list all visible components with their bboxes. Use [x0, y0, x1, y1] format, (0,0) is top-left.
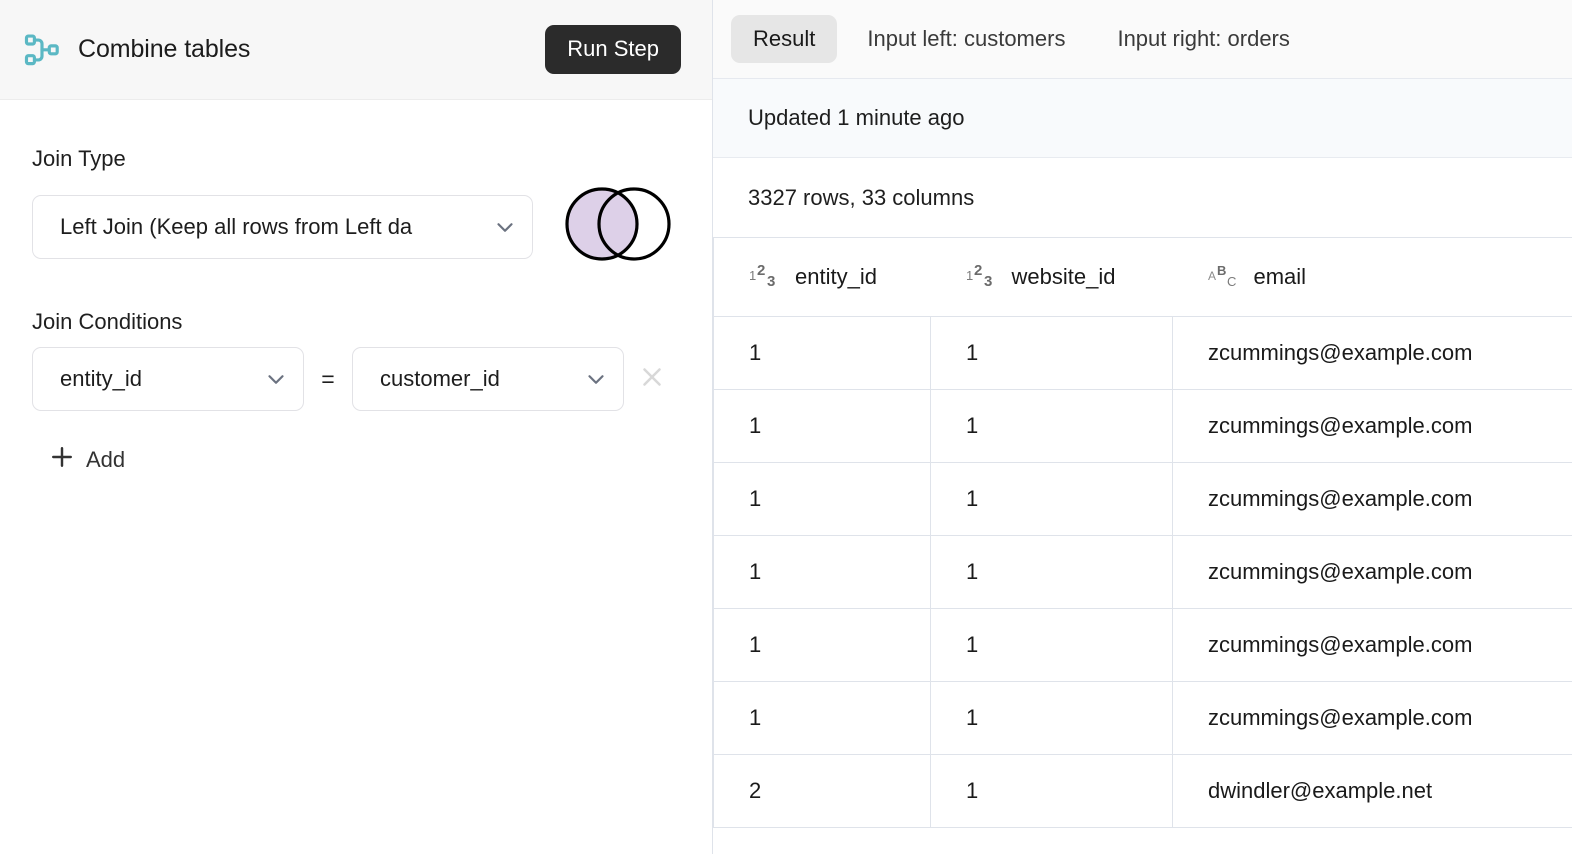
table-row[interactable]: 1 1 zcummings@example.com [713, 535, 1572, 609]
cell-email: zcummings@example.com [1172, 389, 1572, 463]
table-header-row: 1 2 3 entity_id 1 2 3 website_id A B C e… [713, 238, 1572, 317]
cell-entity-id: 1 [713, 608, 931, 682]
join-conditions-label: Join Conditions [32, 309, 183, 334]
cell-website-id: 1 [930, 754, 1173, 828]
updated-status: Updated 1 minute ago [713, 79, 1572, 158]
add-condition-label: Add [86, 447, 126, 472]
svg-text:C: C [1227, 274, 1236, 289]
cell-website-id: 1 [930, 608, 1173, 682]
join-condition-operator: = [321, 365, 335, 392]
table-row[interactable]: 1 1 zcummings@example.com [713, 389, 1572, 463]
tab-input-left[interactable]: Input left: customers [845, 15, 1087, 63]
join-condition-row: entity_id = customer_id [32, 347, 680, 411]
remove-condition-button[interactable] [624, 362, 680, 397]
result-table: 1 2 3 entity_id 1 2 3 website_id A B C e… [713, 238, 1572, 828]
column-header-email[interactable]: A B C email [1172, 238, 1572, 317]
number-type-icon: 1 2 3 [749, 263, 783, 291]
column-header-entity-id[interactable]: 1 2 3 entity_id [713, 238, 931, 317]
cell-entity-id: 2 [713, 754, 931, 828]
table-row[interactable]: 1 1 zcummings@example.com [713, 316, 1572, 390]
table-row[interactable]: 2 1 dwindler@example.net [713, 754, 1572, 828]
join-condition-right-select[interactable]: customer_id [352, 347, 624, 411]
svg-text:3: 3 [767, 273, 775, 290]
workflow-branch-icon [22, 30, 62, 70]
result-summary: 3327 rows, 33 columns [713, 158, 1572, 238]
cell-entity-id: 1 [713, 462, 931, 536]
cell-email: zcummings@example.com [1172, 608, 1572, 682]
svg-text:1: 1 [749, 268, 756, 283]
svg-text:A: A [1208, 269, 1216, 283]
join-condition-left-select[interactable]: entity_id [32, 347, 304, 411]
cell-email: dwindler@example.net [1172, 754, 1572, 828]
cell-entity-id: 1 [713, 681, 931, 755]
cell-email: zcummings@example.com [1172, 681, 1572, 755]
table-row[interactable]: 1 1 zcummings@example.com [713, 462, 1572, 536]
join-type-select[interactable]: Left Join (Keep all rows from Left da [32, 194, 533, 259]
plus-icon [48, 443, 76, 477]
result-table-scroll[interactable]: 1 2 3 entity_id 1 2 3 website_id A B C e… [713, 238, 1572, 854]
step-config-panel: Combine tables Run Step Join Type Left J… [0, 0, 712, 854]
join-conditions-section: Join Conditions entity_id = customer_id [32, 309, 680, 481]
cell-entity-id: 1 [713, 535, 931, 609]
svg-text:2: 2 [974, 263, 982, 279]
table-row[interactable]: 1 1 zcummings@example.com [713, 681, 1572, 755]
cell-entity-id: 1 [713, 389, 931, 463]
step-header: Combine tables Run Step [0, 0, 712, 100]
svg-text:2: 2 [757, 263, 765, 279]
cell-website-id: 1 [930, 389, 1173, 463]
table-row[interactable]: 1 1 zcummings@example.com [713, 608, 1572, 682]
text-type-icon: A B C [1208, 263, 1242, 291]
app-root: Combine tables Run Step Join Type Left J… [0, 0, 1572, 854]
result-table-body: 1 1 zcummings@example.com 1 1 zcummings@… [713, 316, 1572, 828]
column-header-label: entity_id [795, 263, 877, 289]
column-header-website-id[interactable]: 1 2 3 website_id [930, 238, 1173, 317]
join-condition-left-value: entity_id [60, 366, 142, 391]
close-icon [637, 362, 667, 397]
results-tabs: Result Input left: customers Input right… [713, 0, 1572, 79]
chevron-down-icon [583, 366, 609, 392]
cell-website-id: 1 [930, 462, 1173, 536]
cell-website-id: 1 [930, 681, 1173, 755]
cell-email: zcummings@example.com [1172, 316, 1572, 390]
column-header-label: email [1253, 263, 1307, 289]
tab-input-right[interactable]: Input right: orders [1095, 15, 1311, 63]
cell-website-id: 1 [930, 535, 1173, 609]
join-type-label: Join Type [32, 146, 126, 171]
svg-text:1: 1 [966, 268, 973, 283]
cell-email: zcummings@example.com [1172, 535, 1572, 609]
number-type-icon: 1 2 3 [966, 263, 1000, 291]
column-header-label: website_id [1011, 263, 1116, 289]
cell-entity-id: 1 [713, 316, 931, 390]
cell-website-id: 1 [930, 316, 1173, 390]
results-panel: Result Input left: customers Input right… [712, 0, 1572, 854]
venn-diagram-left-join-icon [556, 184, 680, 269]
step-config-body: Join Type Left Join (Keep all rows from … [0, 100, 712, 481]
svg-text:3: 3 [984, 273, 992, 290]
chevron-down-icon [492, 214, 518, 240]
join-type-row: Left Join (Keep all rows from Left da [32, 184, 680, 269]
cell-email: zcummings@example.com [1172, 462, 1572, 536]
join-condition-right-value: customer_id [380, 366, 500, 391]
tab-result[interactable]: Result [731, 15, 838, 63]
run-step-button[interactable]: Run Step [545, 25, 681, 74]
join-type-value: Left Join (Keep all rows from Left da [60, 213, 413, 239]
page-title: Combine tables [78, 35, 251, 63]
chevron-down-icon [263, 366, 289, 392]
svg-text:B: B [1217, 263, 1226, 278]
add-condition-button[interactable]: Add [44, 439, 129, 481]
